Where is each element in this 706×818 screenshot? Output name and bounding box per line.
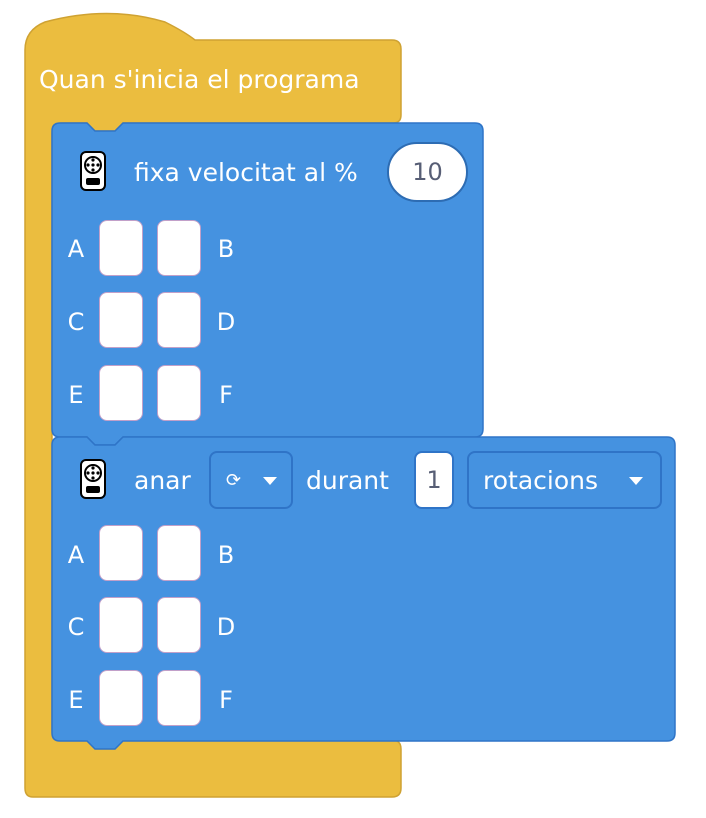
chevron-down-icon [263, 477, 277, 485]
hat-block-label: Quan s'inicia el programa [39, 65, 360, 94]
port-e-toggle[interactable] [99, 365, 143, 421]
chevron-down-icon [629, 477, 643, 485]
port-e-toggle[interactable] [99, 670, 143, 726]
rotate-clockwise-icon: ⟳ [226, 470, 242, 491]
speed-value-input[interactable]: 10 [387, 142, 468, 202]
port-a-toggle[interactable] [99, 525, 143, 581]
port-letter-d: D [216, 613, 236, 641]
port-c-toggle[interactable] [99, 597, 143, 653]
block-workspace: Quan s'inicia el programa fixa velocitat… [0, 0, 706, 818]
port-letter-f: F [219, 686, 233, 714]
port-a-toggle[interactable] [99, 220, 143, 276]
port-letter-b: B [217, 235, 235, 263]
port-f-toggle[interactable] [157, 670, 201, 726]
port-letter-a: A [67, 541, 85, 569]
port-letter-c: C [67, 308, 85, 336]
motor-pair-icon [80, 151, 106, 191]
speed-block-label: fixa velocitat al % [134, 158, 358, 187]
port-letter-e: E [68, 686, 84, 714]
port-letter-c: C [67, 613, 85, 641]
move-block-label: anar [134, 466, 191, 495]
amount-input[interactable]: 1 [414, 451, 454, 509]
unit-dropdown-value: rotacions [483, 466, 599, 495]
direction-dropdown[interactable]: ⟳ [209, 451, 293, 509]
port-letter-f: F [219, 381, 233, 409]
port-f-toggle[interactable] [157, 365, 201, 421]
port-b-toggle[interactable] [157, 525, 201, 581]
port-letter-e: E [68, 381, 84, 409]
port-b-toggle[interactable] [157, 220, 201, 276]
port-letter-d: D [216, 308, 236, 336]
duration-label: durant [306, 466, 389, 495]
port-c-toggle[interactable] [99, 292, 143, 348]
port-d-toggle[interactable] [157, 292, 201, 348]
unit-dropdown[interactable]: rotacions [467, 451, 662, 509]
port-d-toggle[interactable] [157, 597, 201, 653]
motor-pair-icon [80, 459, 106, 499]
port-letter-a: A [67, 235, 85, 263]
port-letter-b: B [217, 541, 235, 569]
